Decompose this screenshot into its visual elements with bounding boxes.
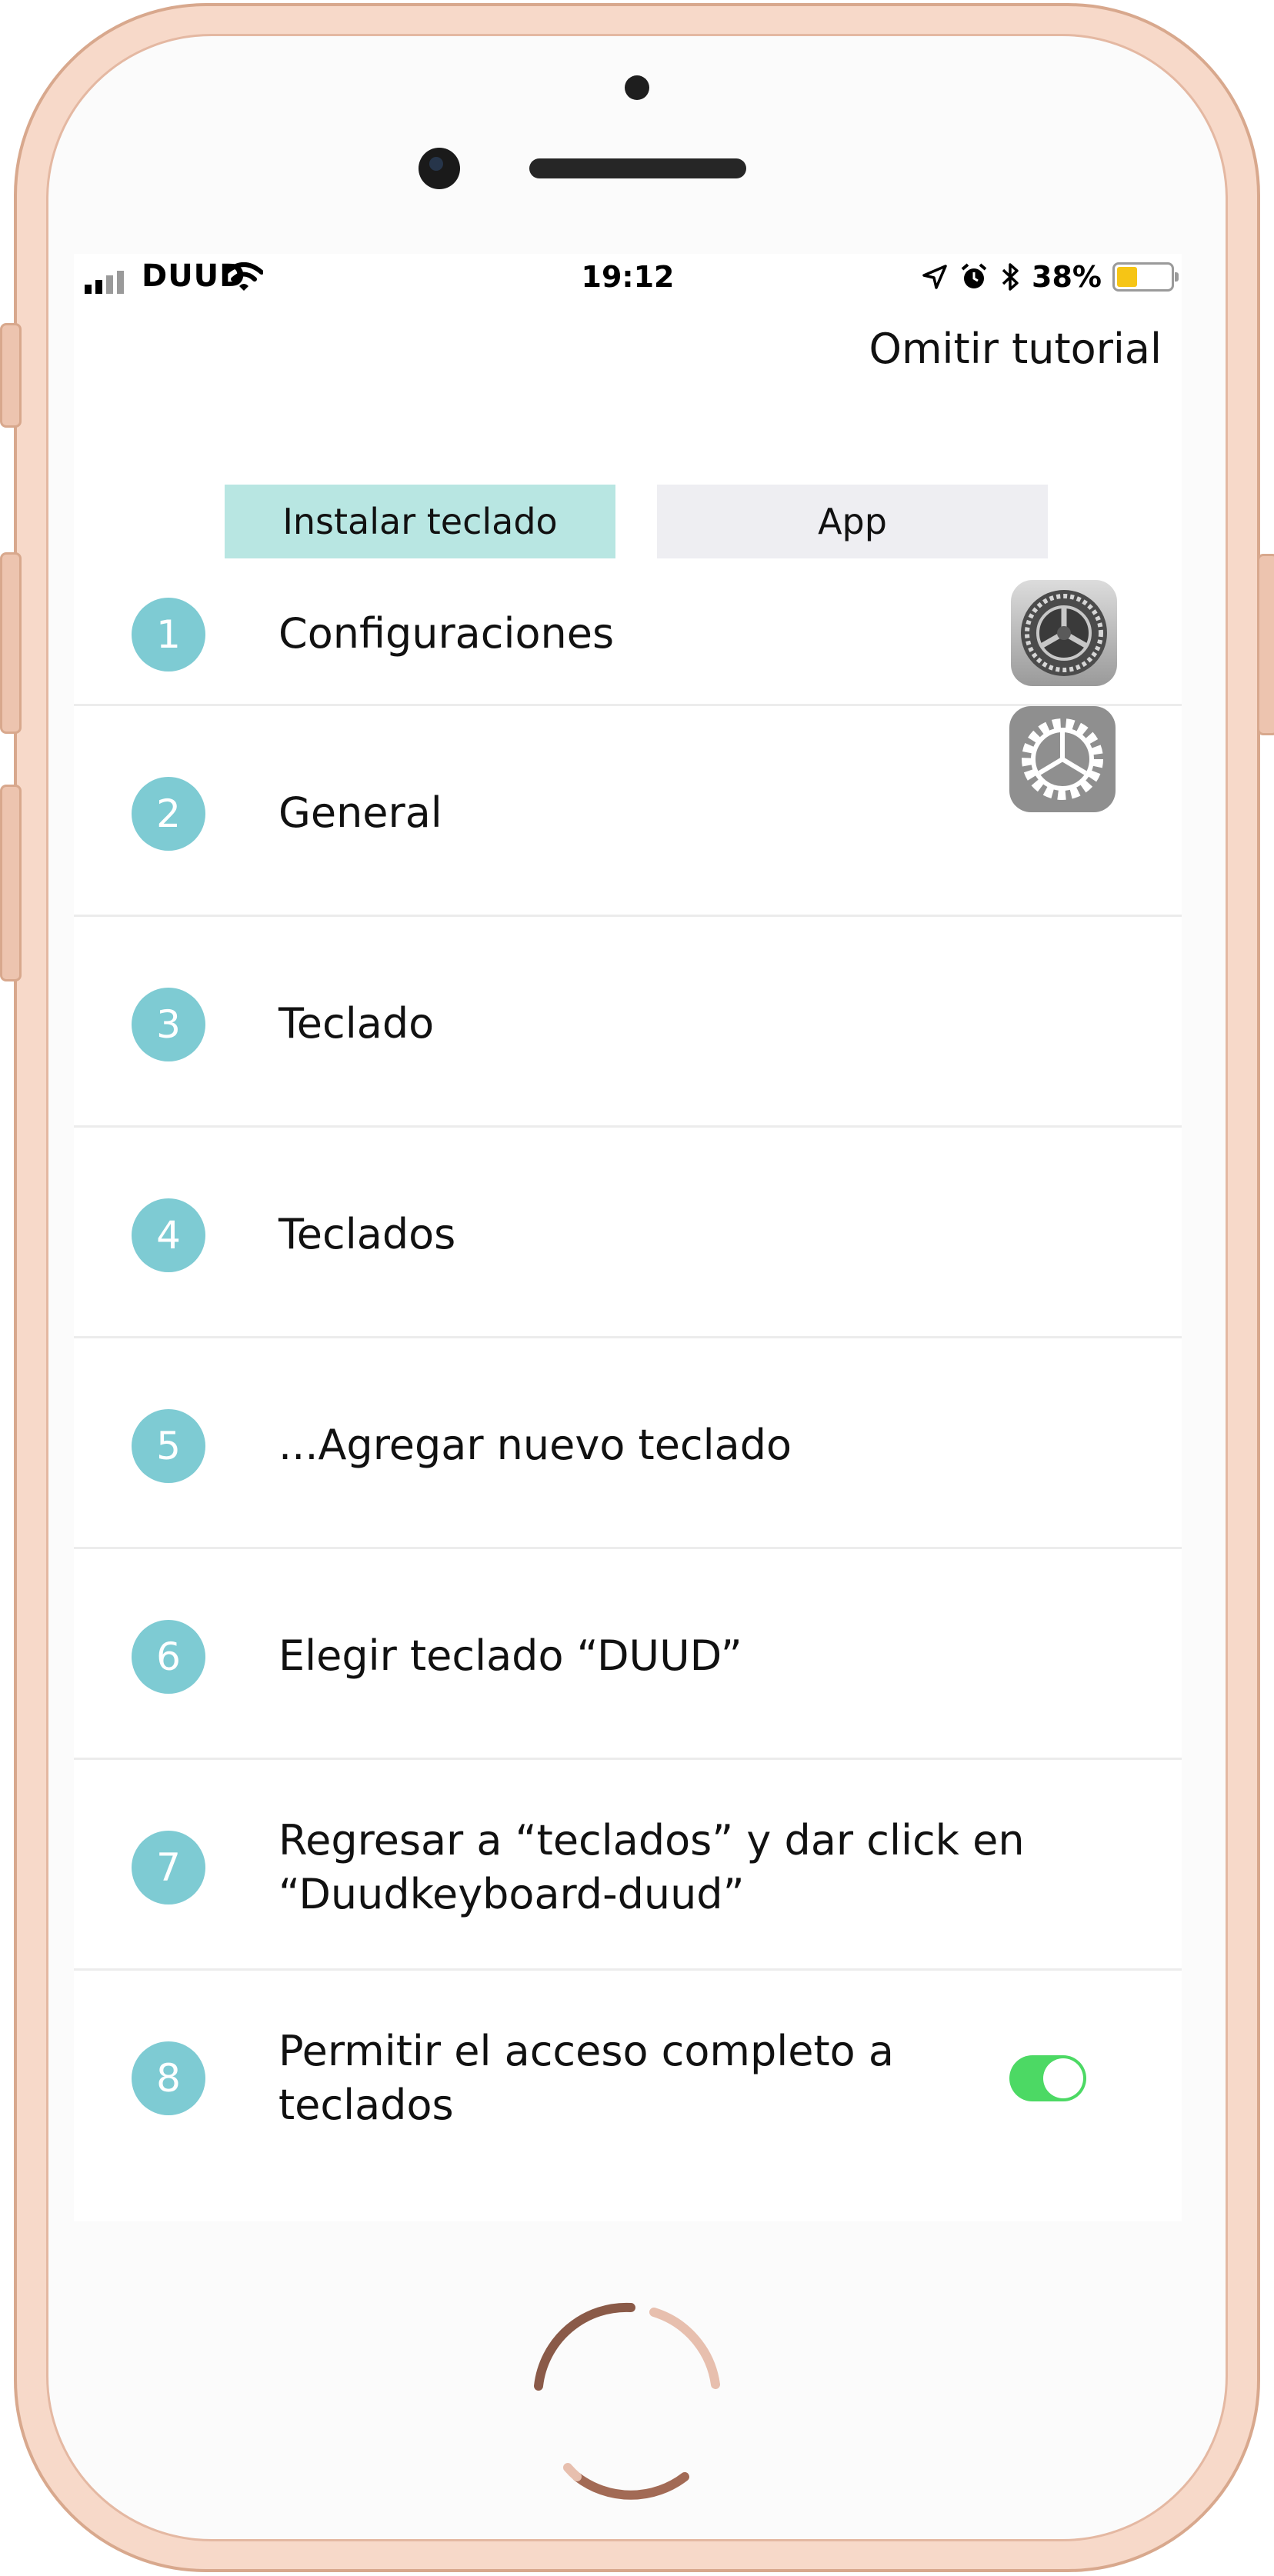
proximity-sensor bbox=[625, 75, 649, 100]
skip-tutorial-button[interactable]: Omitir tutorial bbox=[869, 325, 1162, 373]
tab-app[interactable]: App bbox=[657, 485, 1048, 558]
status-bar: DUUD 19:12 38% bbox=[74, 254, 1182, 302]
home-loading-ring-icon bbox=[534, 2302, 720, 2500]
app-screen: DUUD 19:12 38% Omitir tutorial Instalar … bbox=[74, 254, 1182, 2221]
mute-switch bbox=[0, 323, 22, 428]
step-number-badge: 3 bbox=[132, 988, 205, 1061]
step-text: Elegir teclado “DUUD” bbox=[278, 1631, 742, 1680]
general-gear-icon bbox=[1009, 706, 1116, 812]
tutorial-tabs: Instalar teclado App bbox=[225, 485, 1048, 558]
power-button bbox=[1257, 554, 1274, 735]
full-access-toggle[interactable] bbox=[1009, 2055, 1086, 2101]
step-row: 8 Permitir el acceso completo a teclados bbox=[74, 1971, 1182, 2221]
volume-down-button bbox=[0, 785, 22, 981]
step-number-badge: 1 bbox=[132, 598, 205, 671]
step-number-badge: 7 bbox=[132, 1831, 205, 1905]
step-row: 1 Configuraciones bbox=[74, 562, 1182, 706]
step-number-badge: 5 bbox=[132, 1409, 205, 1483]
step-text: Configuraciones bbox=[278, 609, 615, 658]
status-right-group: 38% bbox=[921, 260, 1179, 294]
settings-gear-icon bbox=[1011, 580, 1117, 686]
step-row: 6 Elegir teclado “DUUD” bbox=[74, 1549, 1182, 1760]
step-number-badge: 4 bbox=[132, 1198, 205, 1272]
step-number-badge: 8 bbox=[132, 2041, 205, 2115]
tab-install-keyboard[interactable]: Instalar teclado bbox=[225, 485, 615, 558]
step-row: 3 Teclado bbox=[74, 917, 1182, 1128]
step-text: ...Agregar nuevo teclado bbox=[278, 1421, 792, 1469]
bluetooth-icon bbox=[1002, 263, 1019, 291]
battery-percentage: 38% bbox=[1032, 260, 1102, 294]
step-row: 7 Regresar a “teclados” y dar click en “… bbox=[74, 1760, 1182, 1971]
front-camera bbox=[419, 148, 460, 189]
location-arrow-icon bbox=[922, 265, 947, 289]
alarm-icon bbox=[961, 263, 987, 288]
step-text: Teclados bbox=[278, 1210, 456, 1258]
volume-up-button bbox=[0, 552, 22, 734]
step-number-badge: 2 bbox=[132, 777, 205, 851]
battery-level-fill bbox=[1117, 267, 1137, 287]
step-text: Teclado bbox=[278, 999, 435, 1048]
step-row: 2 General bbox=[74, 706, 1182, 917]
step-row: 4 Teclados bbox=[74, 1128, 1182, 1338]
step-text: Permitir el acceso completo a teclados bbox=[278, 2027, 894, 2129]
step-row: 5 ...Agregar nuevo teclado bbox=[74, 1338, 1182, 1549]
step-text: General bbox=[278, 788, 442, 837]
step-number-badge: 6 bbox=[132, 1620, 205, 1694]
earpiece-speaker bbox=[529, 158, 746, 178]
battery-icon bbox=[1112, 262, 1179, 292]
step-text: Regresar a “teclados” y dar click en “Du… bbox=[278, 1816, 1025, 1918]
